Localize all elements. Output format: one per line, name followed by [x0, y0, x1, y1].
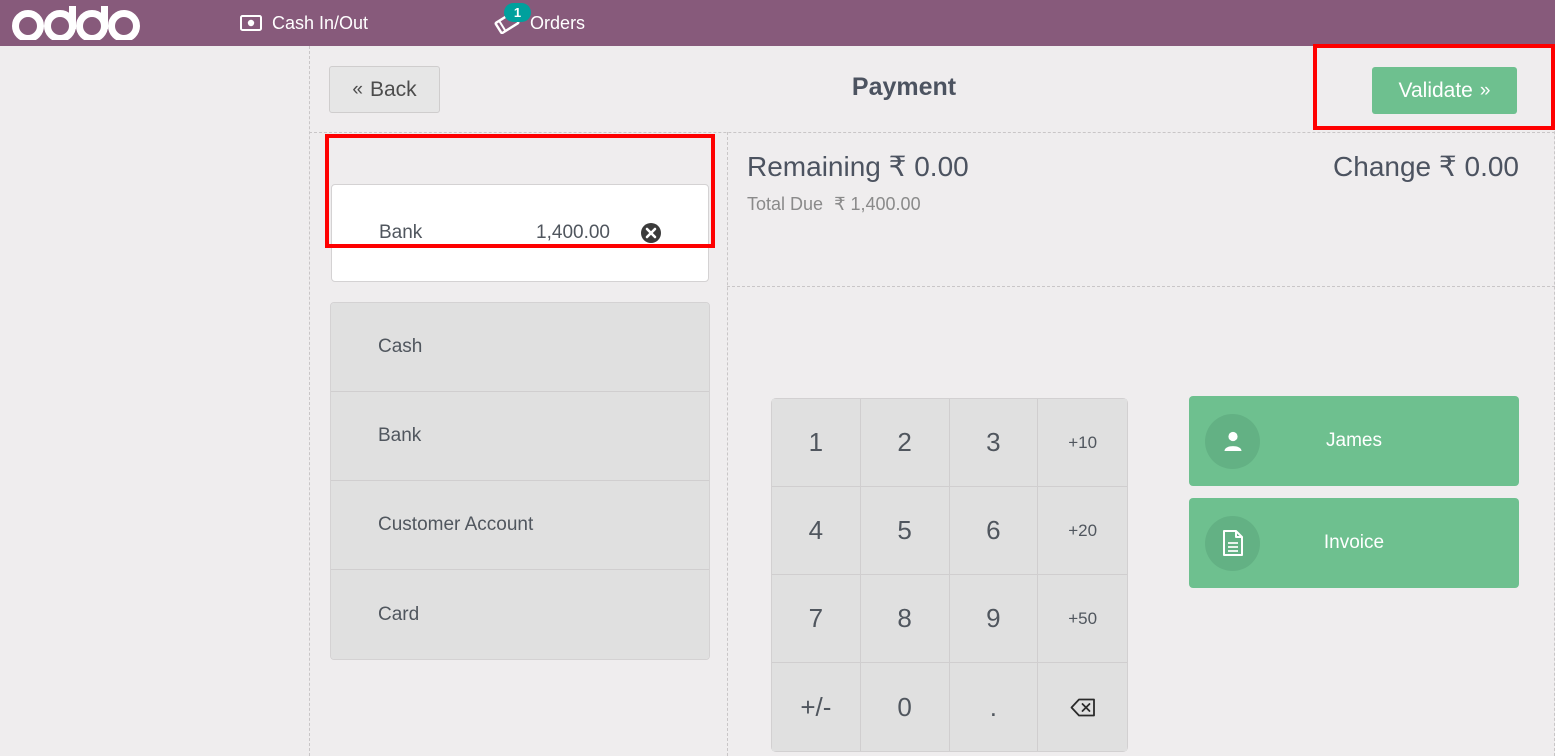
nav-orders-label: Orders: [530, 12, 586, 33]
payment-screen: « Back Payment Validate » Bank 1,400.00 …: [0, 46, 1555, 756]
totals-block: Remaining ₹ 0.00 Total Due ₹ 1,400.00: [747, 150, 969, 215]
payment-line-bank[interactable]: Bank 1,400.00: [331, 184, 709, 282]
numpad-key-2[interactable]: 2: [860, 399, 950, 487]
payment-method-label: Bank: [378, 425, 422, 446]
total-due-label: Total Due: [747, 194, 824, 214]
numpad-key-backspace[interactable]: [1038, 663, 1127, 751]
invoice-button[interactable]: Invoice: [1189, 498, 1519, 588]
customer-button[interactable]: James: [1189, 396, 1519, 486]
change-label: Change: [1333, 151, 1432, 182]
payment-method-label: Card: [378, 603, 420, 625]
payment-line-name: Bank: [379, 222, 423, 243]
backspace-icon: [1070, 698, 1096, 717]
payment-method-customer-account[interactable]: Customer Account: [331, 481, 709, 570]
receipt-ticket-icon: 1: [494, 3, 532, 34]
payment-methods-column: Bank 1,400.00 Cash Bank Customer Account: [309, 132, 727, 756]
payment-header: « Back Payment Validate »: [309, 46, 1555, 132]
numpad-key-sign-toggle[interactable]: +/-: [772, 663, 861, 751]
payment-summary-panel: Remaining ₹ 0.00 Total Due ₹ 1,400.00 Ch…: [727, 132, 1555, 756]
remaining-label: Remaining: [747, 151, 881, 182]
remaining-value: ₹ 0.00: [888, 151, 969, 182]
numpad-key-decimal[interactable]: .: [949, 663, 1039, 751]
odoo-logo[interactable]: [8, 3, 148, 43]
nav-cash-in-out-label: Cash In/Out: [272, 12, 369, 33]
numpad-key-1[interactable]: 1: [772, 399, 861, 487]
payment-line-amount: 1,400.00: [536, 222, 610, 243]
orders-count-badge: 1: [504, 3, 532, 22]
payment-method-card[interactable]: Card: [331, 570, 709, 659]
remaining-row: Remaining ₹ 0.00: [747, 150, 969, 183]
numpad: 1 2 3 +10 4 5 6 +20 7 8 9 +50 +/- 0 .: [771, 398, 1128, 752]
customer-person-icon: [1205, 413, 1260, 469]
numpad-key-9[interactable]: 9: [949, 575, 1039, 663]
numpad-key-5[interactable]: 5: [860, 487, 950, 575]
side-action-buttons: James Invoice: [1189, 396, 1519, 588]
change-row: Change ₹ 0.00: [1333, 150, 1519, 183]
numpad-key-plus-50[interactable]: +50: [1038, 575, 1127, 663]
total-due-row: Total Due ₹ 1,400.00: [747, 194, 969, 215]
invoice-document-icon: [1205, 515, 1260, 571]
numpad-key-7[interactable]: 7: [772, 575, 861, 663]
payment-method-list: Cash Bank Customer Account Card: [330, 302, 710, 660]
numpad-key-3[interactable]: 3: [949, 399, 1039, 487]
delete-circle-icon[interactable]: [640, 222, 662, 244]
numpad-key-8[interactable]: 8: [860, 575, 950, 663]
total-due-value: ₹ 1,400.00: [834, 194, 921, 214]
payment-method-cash[interactable]: Cash: [331, 303, 709, 392]
payment-method-label: Customer Account: [378, 514, 534, 535]
validate-button[interactable]: Validate »: [1372, 67, 1517, 114]
numpad-key-plus-10[interactable]: +10: [1038, 399, 1127, 487]
payment-method-label: Cash: [378, 336, 423, 357]
payment-method-bank[interactable]: Bank: [331, 392, 709, 481]
validate-button-label: Validate: [1398, 78, 1473, 102]
banknote-icon: [240, 15, 262, 31]
numpad-key-0[interactable]: 0: [860, 663, 950, 751]
top-navbar: Cash In/Out 1 Orders: [0, 0, 1555, 46]
numpad-key-6[interactable]: 6: [949, 487, 1039, 575]
nav-orders[interactable]: 1 Orders: [494, 0, 585, 46]
numpad-key-4[interactable]: 4: [772, 487, 861, 575]
chevron-right-icon: »: [1479, 79, 1491, 101]
numpad-key-plus-20[interactable]: +20: [1038, 487, 1127, 575]
page-title: Payment: [851, 73, 957, 101]
nav-cash-in-out[interactable]: Cash In/Out: [240, 0, 368, 46]
change-value: ₹ 0.00: [1438, 151, 1519, 182]
